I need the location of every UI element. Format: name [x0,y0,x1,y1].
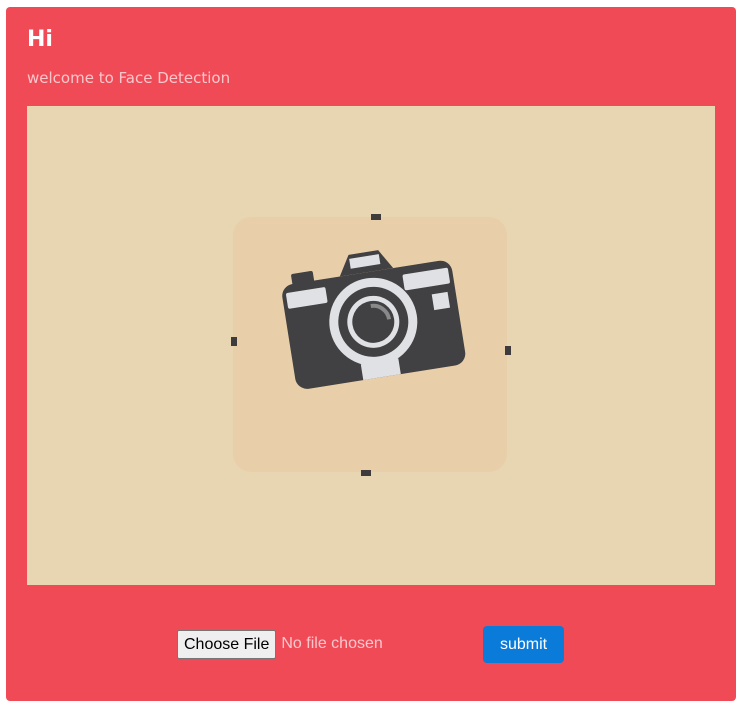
face-detection-card: Hi welcome to Face Detection Choose File… [6,7,736,701]
page-title: Hi [27,27,53,52]
crop-handle-top[interactable] [371,214,381,220]
file-input[interactable]: Choose File No file chosen [177,629,383,659]
crop-handle-left[interactable] [231,337,237,346]
submit-button[interactable]: submit [483,626,564,663]
file-status: No file chosen [281,635,383,652]
image-preview-area [27,106,715,585]
upload-controls: Choose File No file chosen submit [6,626,736,666]
crop-handle-bottom[interactable] [361,470,371,476]
camera-icon [282,250,466,389]
choose-file-button[interactable]: Choose File [177,629,277,659]
page-subtitle: welcome to Face Detection [27,69,231,87]
crop-handle-right[interactable] [505,346,511,355]
